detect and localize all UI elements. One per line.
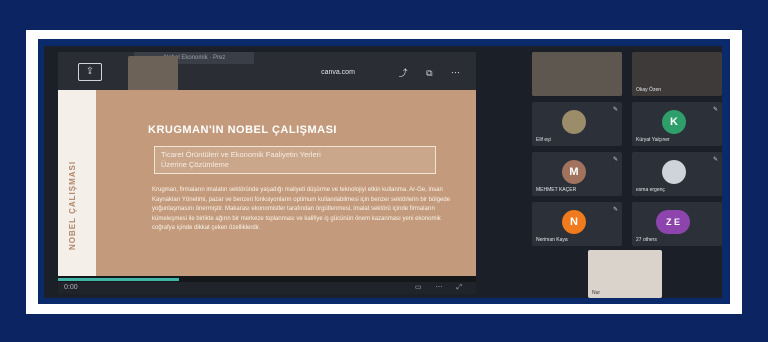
avatar-group: Z E xyxy=(656,210,690,234)
participant-tile[interactable]: Okay Özen xyxy=(632,52,722,96)
share-screen-icon[interactable]: ⇪ xyxy=(78,63,102,81)
browser-bar: Nobel Ekonomik · Prez ⇪ canva.com ⤴ ⧉ ⋯ xyxy=(58,52,476,92)
participant-tile[interactable]: ✎ M MEHMET KAÇER xyxy=(532,152,622,196)
participant-tile[interactable]: ✎ N Neriman Kaya xyxy=(532,202,622,246)
avatar: N xyxy=(562,210,586,234)
mic-muted-icon: ✎ xyxy=(612,157,618,163)
participant-tile[interactable]: Nur xyxy=(588,250,662,298)
subtitle-box: Ticaret Örüntüleri ve Ekonomik Faaliyeti… xyxy=(154,146,436,174)
slide-subtitle: Ticaret Örüntüleri ve Ekonomik Faaliyeti… xyxy=(161,150,321,170)
participant-name: 27 others xyxy=(636,237,657,243)
slide-sidebar: NOBEL ÇALIŞMASI xyxy=(58,90,96,276)
mic-muted-icon: ✎ xyxy=(712,107,718,113)
participant-tile[interactable]: ✎ K Küryat Yalçıner xyxy=(632,102,722,146)
slide: NOBEL ÇALIŞMASI KRUGMAN'IN NOBEL ÇALIŞMA… xyxy=(58,90,476,276)
side-title: NOBEL ÇALIŞMASI xyxy=(68,160,77,250)
player-icons[interactable]: ▭ ⋯ ⤢ xyxy=(415,282,468,294)
mic-muted-icon: ✎ xyxy=(712,157,718,163)
player-controls: 0:00 ▭ ⋯ ⤢ xyxy=(58,282,476,294)
participant-name: Okay Özen xyxy=(636,87,662,93)
avatar: M xyxy=(562,160,586,184)
participant-name: esma ergenç xyxy=(636,187,665,193)
meeting-window: Nobel Ekonomik · Prez ⇪ canva.com ⤴ ⧉ ⋯ … xyxy=(44,46,722,298)
participant-tile[interactable]: ✎ Elif eşi xyxy=(532,102,622,146)
participant-grid: Okay Özen ✎ Elif eşi ✎ K Küryat Yalçıner… xyxy=(532,52,722,298)
browser-actions[interactable]: ⤴ ⧉ ⋯ xyxy=(399,66,468,79)
avatar: K xyxy=(662,110,686,134)
slide-title: KRUGMAN'IN NOBEL ÇALIŞMASI xyxy=(148,124,337,136)
mic-muted-icon: ✎ xyxy=(612,107,618,113)
avatar xyxy=(662,160,686,184)
participant-name: Elif eşi xyxy=(536,137,551,143)
participant-name: MEHMET KAÇER xyxy=(536,187,577,193)
participant-name: Küryat Yalçıner xyxy=(636,137,670,143)
subtitle-line-1: Ticaret Örüntüleri ve Ekonomik Faaliyeti… xyxy=(161,150,321,159)
avatar xyxy=(562,110,586,134)
subtitle-line-2: Üzerine Çözümleme xyxy=(161,160,229,169)
participant-name: Nur xyxy=(592,290,601,296)
time-label: 0:00 xyxy=(64,284,78,291)
participant-tile[interactable] xyxy=(532,52,622,96)
mic-muted-icon: ✎ xyxy=(612,207,618,213)
participant-tile[interactable]: ✎ esma ergenç xyxy=(632,152,722,196)
presenter-thumbnail xyxy=(128,56,178,92)
slide-body: Krugman, firmaların imalatın sektöründe … xyxy=(152,187,451,231)
slide-progress-fill xyxy=(58,278,180,281)
participant-name: Neriman Kaya xyxy=(536,237,568,243)
participant-tile[interactable]: Z E 27 others xyxy=(632,202,722,246)
